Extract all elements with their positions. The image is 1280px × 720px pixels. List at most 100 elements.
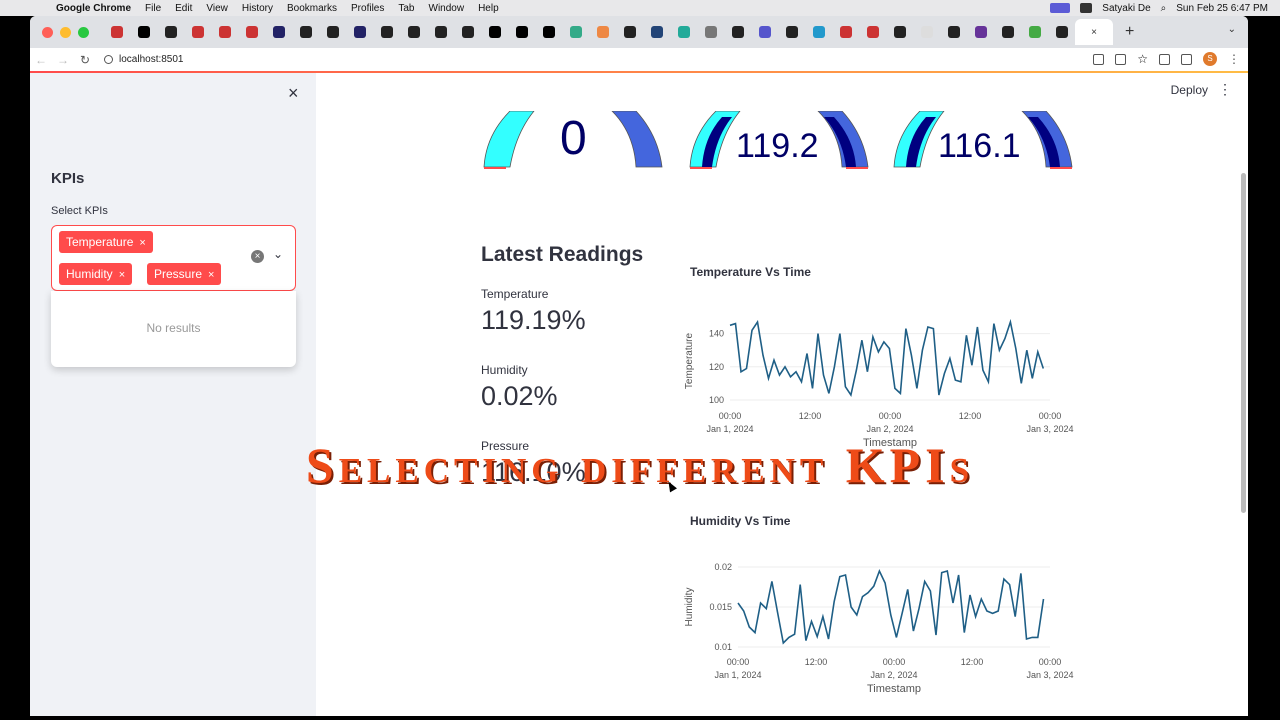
zoom-icon[interactable] [1093, 53, 1105, 65]
browser-tab[interactable] [859, 19, 886, 45]
sidebar-close-icon[interactable]: × [288, 83, 299, 104]
browser-tab[interactable] [1048, 19, 1075, 45]
menu-history[interactable]: History [242, 3, 273, 14]
browser-tab[interactable] [292, 19, 319, 45]
series-line [729, 318, 1045, 398]
humidity-line-chart[interactable]: 0.01 0.015 0.02 00:00 Jan 1, 2024 12:00 00:00 J… [680, 553, 1100, 713]
tab-favicon-icon [164, 26, 177, 38]
browser-tab[interactable] [724, 19, 751, 45]
clear-all-icon[interactable]: × [251, 250, 264, 263]
browser-tab[interactable] [589, 19, 616, 45]
browser-tab[interactable] [778, 19, 805, 45]
browser-tab[interactable] [373, 19, 400, 45]
tab-favicon-icon [893, 26, 906, 38]
menubar-user[interactable]: Satyaki De [1102, 3, 1150, 14]
browser-tab[interactable] [184, 19, 211, 45]
tab-list: × [103, 19, 1113, 45]
tab-favicon-icon [353, 26, 366, 38]
chip-remove-icon[interactable]: × [119, 269, 125, 281]
browser-tab[interactable] [454, 19, 481, 45]
browser-tab[interactable] [1021, 19, 1048, 45]
menu-window[interactable]: Window [429, 3, 465, 14]
gauge-arc-right [611, 110, 663, 168]
forward-button[interactable]: → [52, 53, 74, 67]
reload-button[interactable]: ↻ [74, 53, 96, 67]
browser-tab[interactable] [103, 19, 130, 45]
chrome-menu-icon[interactable]: ⋮ [1228, 52, 1240, 66]
tab-favicon-icon [299, 26, 312, 38]
y-axis-title: Humidity [684, 588, 695, 627]
main-content: Deploy ⋮ 0 119.2 116.1 Latest Readings T… [316, 73, 1248, 716]
y-tick-label: 0.015 [709, 602, 732, 612]
bookmark-star-icon[interactable]: ☆ [1137, 53, 1148, 65]
address-bar[interactable]: localhost:8501 [104, 54, 184, 65]
streamlit-app: × KPIs Select KPIs Temperature × Humidity… [30, 73, 1248, 716]
profile-avatar[interactable]: S [1203, 52, 1217, 66]
browser-tab[interactable] [265, 19, 292, 45]
share-icon[interactable] [1115, 53, 1127, 65]
extensions-icon[interactable] [1159, 53, 1170, 65]
tab-favicon-icon [704, 26, 717, 38]
window-controls [42, 26, 89, 38]
tab-favicon-icon [1001, 26, 1014, 38]
browser-tab[interactable] [157, 19, 184, 45]
menu-tab[interactable]: Tab [398, 3, 414, 14]
x-tick-label: 12:00 [961, 657, 984, 667]
sidepanel-icon[interactable] [1181, 53, 1192, 65]
tab-favicon-icon [974, 26, 987, 38]
chart-title-humidity: Humidity Vs Time [690, 514, 791, 528]
browser-tab-active[interactable]: × [1075, 19, 1113, 45]
tab-favicon-icon [488, 26, 501, 38]
menubar-app-name[interactable]: Google Chrome [56, 3, 131, 14]
site-info-icon[interactable] [104, 55, 113, 64]
browser-tab[interactable] [967, 19, 994, 45]
main-menu-icon[interactable]: ⋮ [1218, 81, 1232, 98]
menu-profiles[interactable]: Profiles [351, 3, 384, 14]
menubar-datetime[interactable]: Sun Feb 25 6:47 PM [1176, 3, 1268, 14]
wifi-icon[interactable] [1080, 3, 1093, 13]
browser-tab[interactable] [211, 19, 238, 45]
close-window-button[interactable] [42, 26, 53, 38]
browser-tab[interactable] [643, 19, 670, 45]
deploy-button[interactable]: Deploy [1171, 83, 1208, 97]
x-tick-date-label: Jan 1, 2024 [706, 424, 753, 434]
tab-close-icon[interactable]: × [1091, 27, 1097, 38]
new-tab-button[interactable]: + [1125, 23, 1134, 41]
browser-tab[interactable] [238, 19, 265, 45]
browser-tab[interactable] [319, 19, 346, 45]
browser-tab[interactable] [400, 19, 427, 45]
chip-remove-icon[interactable]: × [208, 269, 214, 281]
chip-remove-icon[interactable]: × [139, 237, 145, 249]
browser-tab[interactable] [751, 19, 778, 45]
browser-tab[interactable] [616, 19, 643, 45]
browser-tab[interactable] [697, 19, 724, 45]
menu-bookmarks[interactable]: Bookmarks [287, 3, 337, 14]
browser-tab[interactable] [670, 19, 697, 45]
minimize-window-button[interactable] [60, 26, 71, 38]
chevron-down-icon[interactable]: ⌄ [273, 247, 283, 261]
browser-tab[interactable] [886, 19, 913, 45]
tab-search-chevron-icon[interactable]: ⌄ [1228, 24, 1236, 35]
menu-edit[interactable]: Edit [175, 3, 192, 14]
browser-tab[interactable] [535, 19, 562, 45]
back-button[interactable]: ← [30, 53, 52, 67]
kpi-multiselect[interactable]: Temperature × Humidity × Pressure × × ⌄ [51, 225, 296, 291]
browser-tab[interactable] [805, 19, 832, 45]
browser-tab[interactable] [481, 19, 508, 45]
maximize-window-button[interactable] [78, 26, 89, 38]
browser-tab[interactable] [940, 19, 967, 45]
browser-tab[interactable] [130, 19, 157, 45]
menu-help[interactable]: Help [478, 3, 499, 14]
search-icon[interactable]: ⌕ [1161, 3, 1167, 14]
browser-tab[interactable] [832, 19, 859, 45]
browser-tab[interactable] [994, 19, 1021, 45]
browser-tab[interactable] [562, 19, 589, 45]
browser-tab[interactable] [427, 19, 454, 45]
menu-view[interactable]: View [206, 3, 228, 14]
tab-favicon-icon [839, 26, 852, 38]
screen-share-icon[interactable] [1050, 3, 1071, 13]
browser-tab[interactable] [346, 19, 373, 45]
browser-tab[interactable] [508, 19, 535, 45]
browser-tab[interactable] [913, 19, 940, 45]
menu-file[interactable]: File [145, 3, 161, 14]
